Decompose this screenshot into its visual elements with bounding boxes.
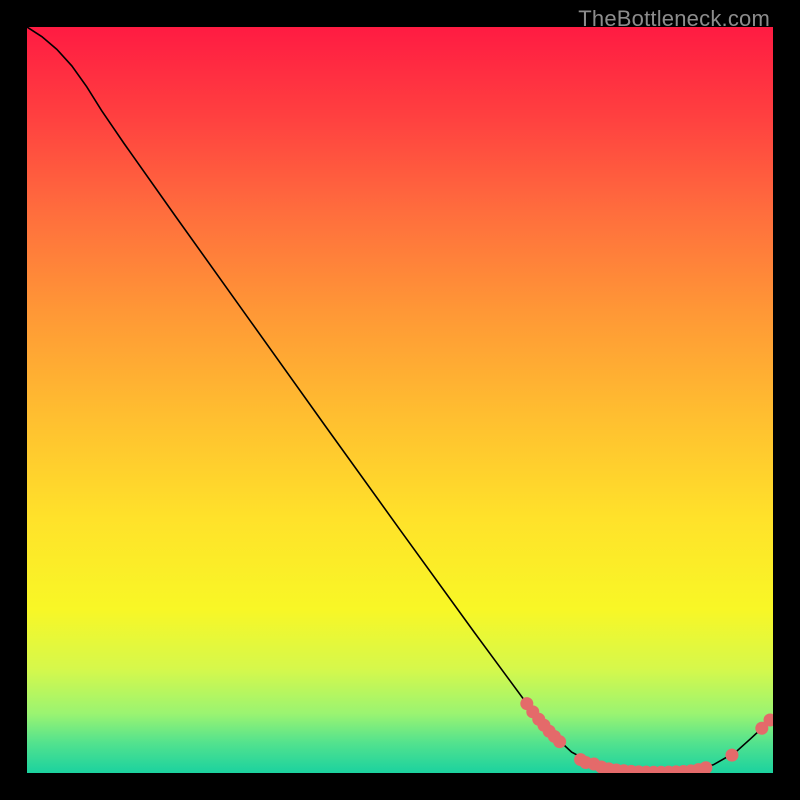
data-marker [725, 749, 738, 762]
data-marker [699, 761, 712, 773]
data-marker [553, 735, 566, 748]
curve-line [27, 27, 770, 772]
marker-group [520, 697, 773, 773]
chart-svg [27, 27, 773, 773]
